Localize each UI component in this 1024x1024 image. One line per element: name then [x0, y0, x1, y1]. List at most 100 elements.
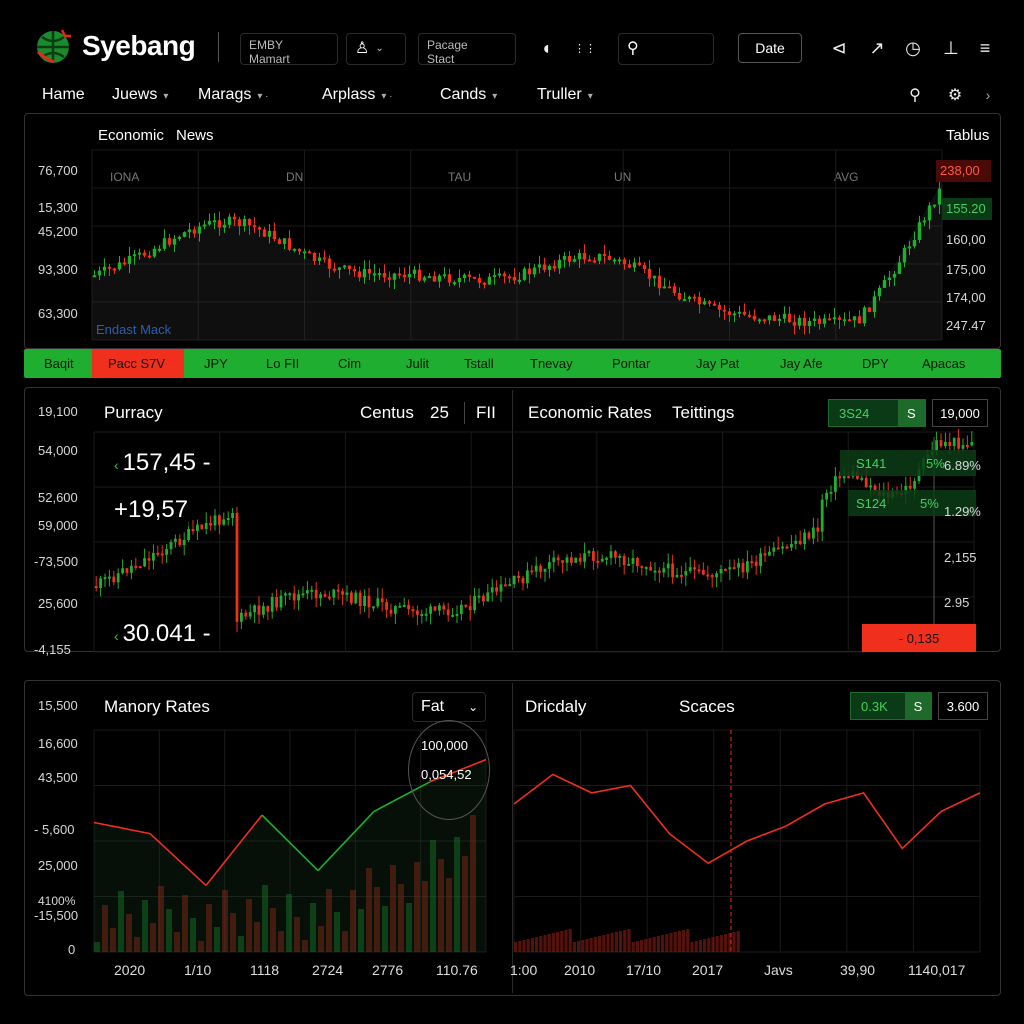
arrow-icon: ‹ [114, 628, 123, 644]
list-icon[interactable]: ≡ [972, 34, 998, 62]
candle [389, 609, 393, 614]
candle [565, 557, 569, 563]
candle [288, 593, 292, 596]
candle [636, 557, 639, 567]
ticker-item[interactable]: JPY [204, 356, 228, 371]
volume-bar [736, 931, 740, 952]
candle [257, 227, 262, 230]
candle [543, 568, 547, 572]
tab-economic[interactable]: Economic [98, 127, 164, 144]
rate-box[interactable]: 3.600 [938, 692, 988, 720]
candle [776, 547, 780, 550]
candle [455, 613, 459, 616]
share-icon[interactable]: ⊲ [826, 34, 852, 62]
candle [754, 561, 758, 566]
volume-bar [644, 939, 648, 952]
candle [687, 296, 692, 300]
nav-item-truller[interactable]: Truller ▾ [537, 86, 593, 104]
x-axis-label: 2724 [312, 962, 344, 978]
period-dropdown[interactable]: Fat ⌄ [412, 692, 486, 722]
tab-tablus[interactable]: Tablus [946, 127, 989, 144]
theme-toggle-icon[interactable]: ◖ [532, 34, 560, 62]
series-line [513, 773, 981, 865]
candle [692, 296, 697, 299]
candle [108, 576, 111, 579]
nav-item-cands[interactable]: Cands ▾ [440, 86, 497, 104]
tab-news[interactable]: News [176, 127, 214, 144]
candle [561, 560, 564, 563]
search-icon[interactable]: ⚲ [904, 84, 926, 106]
candle [477, 595, 481, 598]
candle [412, 269, 417, 274]
account-box[interactable]: EMBY Mamart [240, 33, 338, 66]
dricdaly-chart[interactable] [513, 729, 981, 953]
candle [367, 595, 371, 608]
volume-bar [535, 937, 539, 952]
candle [213, 515, 217, 526]
ticker-item[interactable]: Jay Afe [780, 356, 823, 371]
candle [432, 276, 437, 282]
candle [252, 225, 257, 228]
y-axis-label: 15,500 [38, 698, 78, 713]
candle [102, 266, 107, 271]
rate-badge[interactable]: 0.3K S [850, 692, 932, 720]
price-tag-pct: 5% [920, 495, 939, 511]
app-brand[interactable]: Syebang [82, 30, 196, 62]
ticker-item[interactable]: Jay Pat [696, 356, 739, 371]
candle [490, 587, 494, 593]
ticker-item[interactable]: Cim [338, 356, 361, 371]
candle [767, 315, 772, 321]
chevron-right-icon[interactable]: › [980, 84, 996, 106]
candle [242, 218, 247, 227]
gear-icon[interactable]: ⚙ [944, 84, 966, 106]
user-menu-button[interactable]: ♙ ⌄ [346, 33, 406, 65]
clock-icon[interactable]: ◷ [900, 34, 926, 62]
ticker-item[interactable]: Baqit [44, 356, 74, 371]
candle [715, 573, 718, 578]
ticker-item[interactable]: Apacas [922, 356, 965, 371]
ticker-item[interactable]: Tstall [464, 356, 494, 371]
ticker-item-active[interactable]: Pacc S7V [92, 349, 184, 378]
panel-title: Purracy [104, 403, 163, 422]
rate-box[interactable]: 19,000 [932, 399, 988, 427]
nav-item-home[interactable]: Hame [42, 86, 85, 104]
package-box[interactable]: Pacage Stact [418, 33, 516, 66]
volume-bar [547, 934, 551, 952]
candle [820, 499, 824, 532]
ticker-item[interactable]: Julit [406, 356, 429, 371]
candle [838, 476, 842, 479]
tab-teittings[interactable]: Teittings [672, 403, 734, 423]
candle [548, 562, 551, 569]
volume-bar [606, 934, 610, 952]
date-button[interactable]: Date [738, 33, 802, 63]
rate-badge[interactable]: 3S24 S [828, 399, 926, 427]
candle [192, 229, 197, 234]
candle [328, 596, 331, 599]
ticker-item[interactable]: DPY [862, 356, 889, 371]
options-icon[interactable]: ⋮⋮ [568, 34, 602, 62]
ticker-item[interactable]: Tnevay [530, 356, 573, 371]
tab-fii[interactable]: FII [476, 403, 496, 423]
candle [487, 276, 492, 285]
candle [319, 594, 322, 599]
candle [596, 560, 600, 563]
pin-icon[interactable]: ⊥ [938, 34, 964, 62]
search-box[interactable]: ⚲ [618, 33, 714, 65]
top-candlestick-chart[interactable] [91, 149, 943, 341]
period-value[interactable]: 25 [430, 403, 449, 423]
candle [937, 188, 942, 205]
users-icon: ♙ [355, 40, 370, 57]
panel-divider [512, 683, 513, 993]
candle [433, 606, 437, 611]
candle [446, 609, 450, 616]
candle [521, 578, 525, 584]
tab-scaces[interactable]: Scaces [679, 697, 735, 717]
nav-item-arplass[interactable]: Arplass ▾ · [322, 86, 393, 104]
ticker-item[interactable]: Lo FII [266, 356, 299, 371]
ticker-item[interactable]: Pontar [612, 356, 650, 371]
nav-item-juews[interactable]: Juews ▾ [112, 86, 168, 104]
forward-icon[interactable]: ↗ [864, 34, 890, 62]
candle [562, 255, 567, 260]
nav-item-marags[interactable]: Marags ▾ · [198, 86, 269, 104]
tab-centus[interactable]: Centus [360, 403, 414, 423]
